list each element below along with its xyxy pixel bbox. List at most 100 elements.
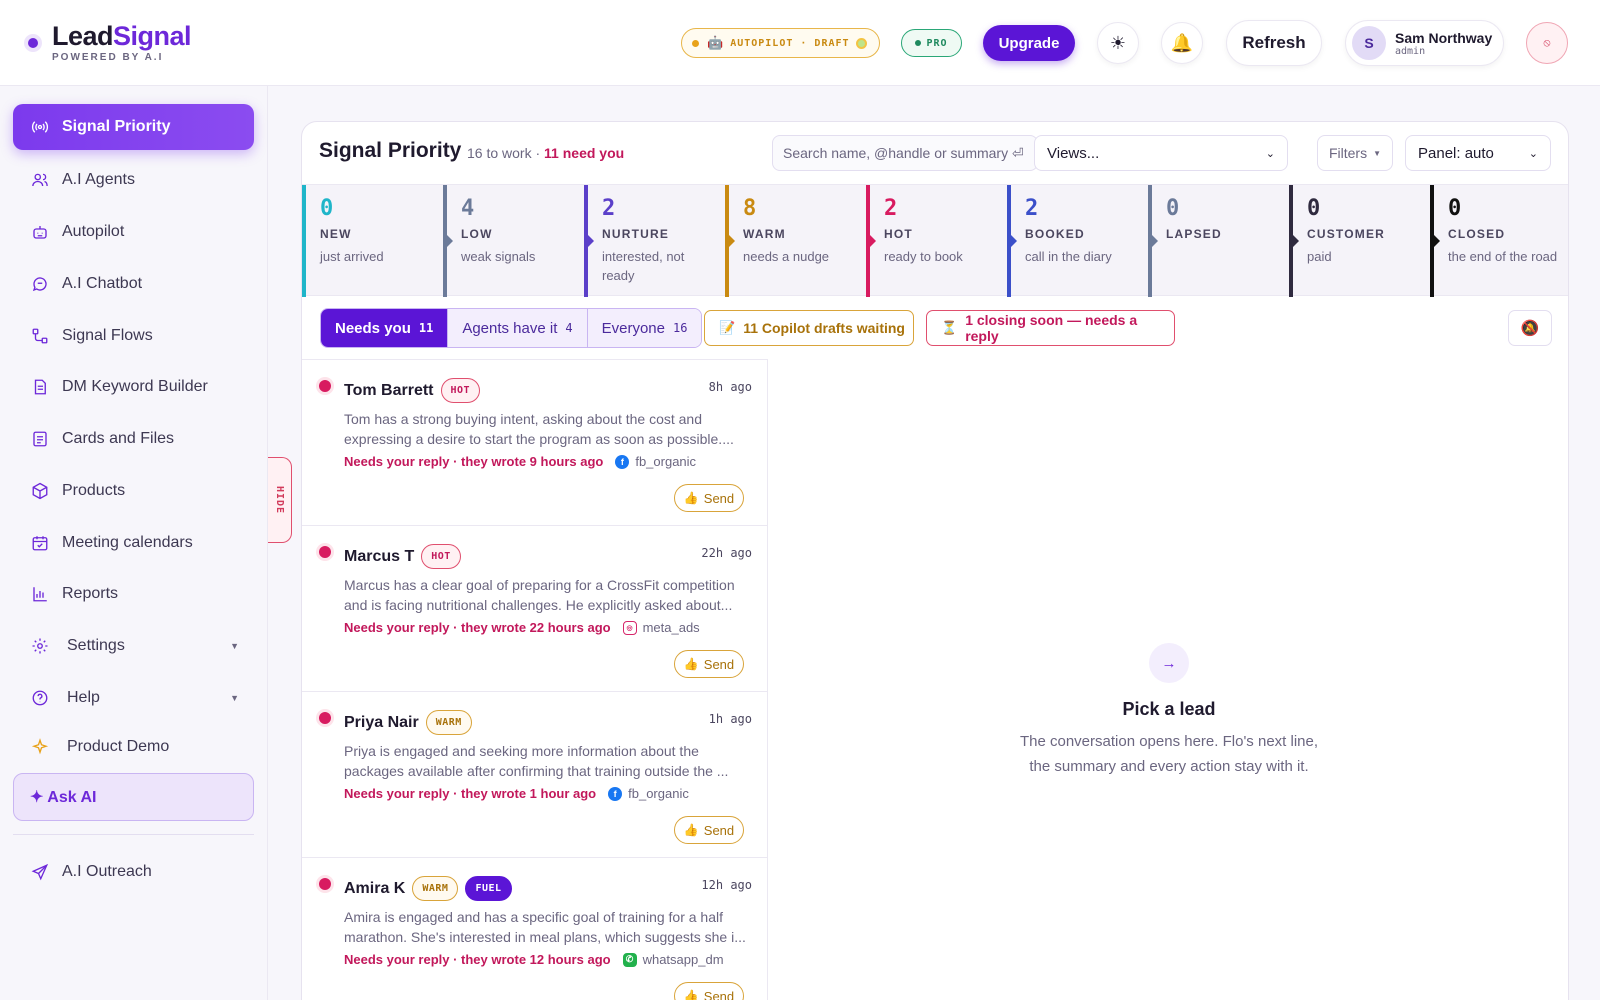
stage-chevron-icon — [1293, 235, 1299, 247]
search-field[interactable] — [772, 135, 1038, 171]
urgent-dot-icon — [319, 380, 331, 392]
sidebar-item-reports[interactable]: Reports — [13, 571, 254, 617]
thumbs-up-icon: 👍 — [683, 823, 699, 837]
user-role: admin — [1395, 45, 1426, 57]
sidebar-item-autopilot[interactable]: Autopilot — [13, 209, 254, 255]
stage-customer[interactable]: 0 CUSTOMER paid — [1289, 185, 1430, 297]
sun-icon: ☀ — [1109, 32, 1127, 53]
notifications-button[interactable]: 🔔 — [1161, 22, 1203, 64]
sidebar-item-label: Meeting calendars — [62, 534, 193, 551]
sidebar-item-ai-agents[interactable]: A.I Agents — [13, 157, 254, 203]
sidebar-item-cards-and-files[interactable]: Cards and Files — [13, 416, 254, 462]
arrow-right-icon: → — [1149, 643, 1189, 683]
user-menu[interactable]: S Sam Northway admin — [1345, 20, 1504, 66]
facebook-icon: f — [608, 786, 623, 801]
stage-count: 0 — [1448, 196, 1462, 221]
stage-name: BOOKED — [1025, 227, 1085, 241]
stage-chevron-icon — [1011, 235, 1017, 247]
sidebar-item-signal-flows[interactable]: Signal Flows — [13, 313, 254, 359]
stage-booked[interactable]: 2 BOOKED call in the diary — [1007, 185, 1148, 297]
robot-icon: 🤖 — [707, 35, 725, 51]
lead-source: fb_organic — [635, 454, 697, 469]
stage-name: NURTURE — [602, 227, 670, 241]
pro-label: PRO — [926, 37, 948, 49]
stage-color-bar — [302, 185, 306, 297]
chevron-down-icon: ▼ — [230, 641, 239, 651]
logout-button[interactable]: ⦸ — [1526, 22, 1568, 64]
sidebar-item-meeting-calendars[interactable]: Meeting calendars — [13, 520, 254, 566]
lead-temperature-badge: WARM — [425, 710, 472, 735]
empty-state-description: The conversation opens here. Flo's next … — [768, 729, 1568, 779]
sidebar-item-dm-keyword-builder[interactable]: DM Keyword Builder — [13, 364, 254, 410]
autopilot-status-pill[interactable]: 🤖 AUTOPILOT · DRAFT — [681, 28, 880, 58]
stage-chevron-icon — [1434, 235, 1440, 247]
stage-name: HOT — [884, 227, 913, 241]
lead-card[interactable]: Priya Nair WARM 1h ago Priya is engaged and… — [302, 692, 768, 858]
tab-label: Everyone — [601, 319, 665, 337]
sidebar: Signal Priority A.I Agents Autopilot A.I… — [0, 86, 268, 1000]
send-button[interactable]: 👍 Send — [674, 982, 744, 1000]
toggle-indicator-icon — [855, 37, 867, 49]
sidebar-item-label: Help — [67, 689, 100, 706]
lead-card[interactable]: Amira K WARM FUEL 12h ago Amira is engaged a… — [302, 858, 768, 1000]
stage-closed[interactable]: 0 CLOSED the end of the road — [1430, 185, 1568, 297]
autopilot-label: AUTOPILOT · DRAFT — [730, 37, 850, 49]
panel-mode-select[interactable]: Panel: auto ⌄ — [1405, 135, 1551, 171]
send-button[interactable]: 👍 Send — [674, 484, 744, 512]
search-input[interactable] — [783, 145, 1037, 161]
sidebar-item-ai-chatbot[interactable]: A.I Chatbot — [13, 261, 254, 307]
top-bar: LeadSignal POWERED BY A.I 🤖 AUTOPILOT · … — [0, 0, 1600, 86]
views-select[interactable]: Views... ⌄ — [1034, 135, 1288, 171]
upgrade-button[interactable]: Upgrade — [983, 25, 1075, 61]
stage-lapsed[interactable]: 0 LAPSED — [1148, 185, 1289, 297]
facebook-icon: f — [615, 454, 630, 469]
stage-hot[interactable]: 2 HOT ready to book — [866, 185, 1007, 297]
stage-low[interactable]: 4 LOW weak signals — [443, 185, 584, 297]
sidebar-item-products[interactable]: Products — [13, 468, 254, 514]
mute-alerts-button[interactable]: 🔕 — [1508, 310, 1552, 346]
filters-button[interactable]: Filters ▼ — [1317, 135, 1393, 171]
thumbs-up-icon: 👍 — [683, 657, 699, 671]
sidebar-item-help[interactable]: Help ▼ — [13, 675, 254, 721]
copilot-drafts-chip[interactable]: 📝 11 Copilot drafts waiting — [704, 310, 914, 346]
stage-count: 2 — [1025, 196, 1039, 221]
lead-time: 12h ago — [701, 878, 752, 892]
sidebar-item-signal-priority[interactable]: Signal Priority — [13, 104, 254, 150]
stage-new[interactable]: 0 NEW just arrived — [302, 185, 443, 297]
lead-meta: Needs your reply · they wrote 22 hours a… — [344, 620, 700, 635]
lead-card[interactable]: Marcus T HOT 22h ago Marcus has a clear goa… — [302, 526, 768, 692]
lead-card[interactable]: Tom Barrett HOT 8h ago Tom has a strong buy… — [302, 360, 768, 526]
tab-agents-have-it[interactable]: Agents have it 4 — [448, 309, 588, 347]
sidebar-item-label: Reports — [62, 585, 119, 602]
brand-name-part-1: Lead — [52, 21, 114, 51]
whatsapp-icon: ✆ — [622, 952, 637, 967]
sidebar-item-label: A.I Chatbot — [62, 275, 143, 292]
theme-toggle-button[interactable]: ☀ — [1097, 22, 1139, 64]
sidebar-item-product-demo[interactable]: Product Demo — [13, 724, 254, 770]
stage-warm[interactable]: 8 WARM needs a nudge — [725, 185, 866, 297]
sidebar-item-settings[interactable]: Settings ▼ — [13, 623, 254, 669]
ask-ai-button[interactable]: ✦ Ask AI — [13, 773, 254, 821]
brand-dot-icon — [28, 38, 38, 48]
tab-everyone[interactable]: Everyone 16 — [587, 309, 702, 347]
separator: · — [531, 145, 545, 161]
closing-soon-chip[interactable]: ⏳ 1 closing soon — needs a reply — [926, 310, 1175, 346]
lead-meta: Needs your reply · they wrote 12 hours a… — [344, 952, 724, 967]
send-label: Send — [703, 988, 735, 1000]
empty-desc-line-1: The conversation opens here. Flo's next … — [1019, 733, 1319, 750]
hide-sidebar-tab[interactable]: HIDE — [268, 457, 292, 543]
stage-nurture[interactable]: 2 NURTURE interested, not ready — [584, 185, 725, 297]
thumbs-up-icon: 👍 — [683, 989, 699, 1000]
tab-needs-you[interactable]: Needs you 11 — [321, 309, 449, 347]
sidebar-item-ai-outreach[interactable]: A.I Outreach — [13, 849, 254, 895]
panel-mode-value: Panel: auto — [1418, 144, 1494, 162]
stage-count: 2 — [602, 196, 616, 221]
to-work-count: 16 to work — [467, 145, 532, 161]
send-button[interactable]: 👍 Send — [674, 650, 744, 678]
brand-logo[interactable]: LeadSignal POWERED BY A.I — [28, 20, 192, 63]
sidebar-item-label: Products — [62, 482, 126, 499]
refresh-button[interactable]: Refresh — [1226, 20, 1322, 66]
sidebar-item-label: Product Demo — [67, 738, 170, 755]
sidebar-item-label: Settings — [67, 637, 125, 654]
send-button[interactable]: 👍 Send — [674, 816, 744, 844]
